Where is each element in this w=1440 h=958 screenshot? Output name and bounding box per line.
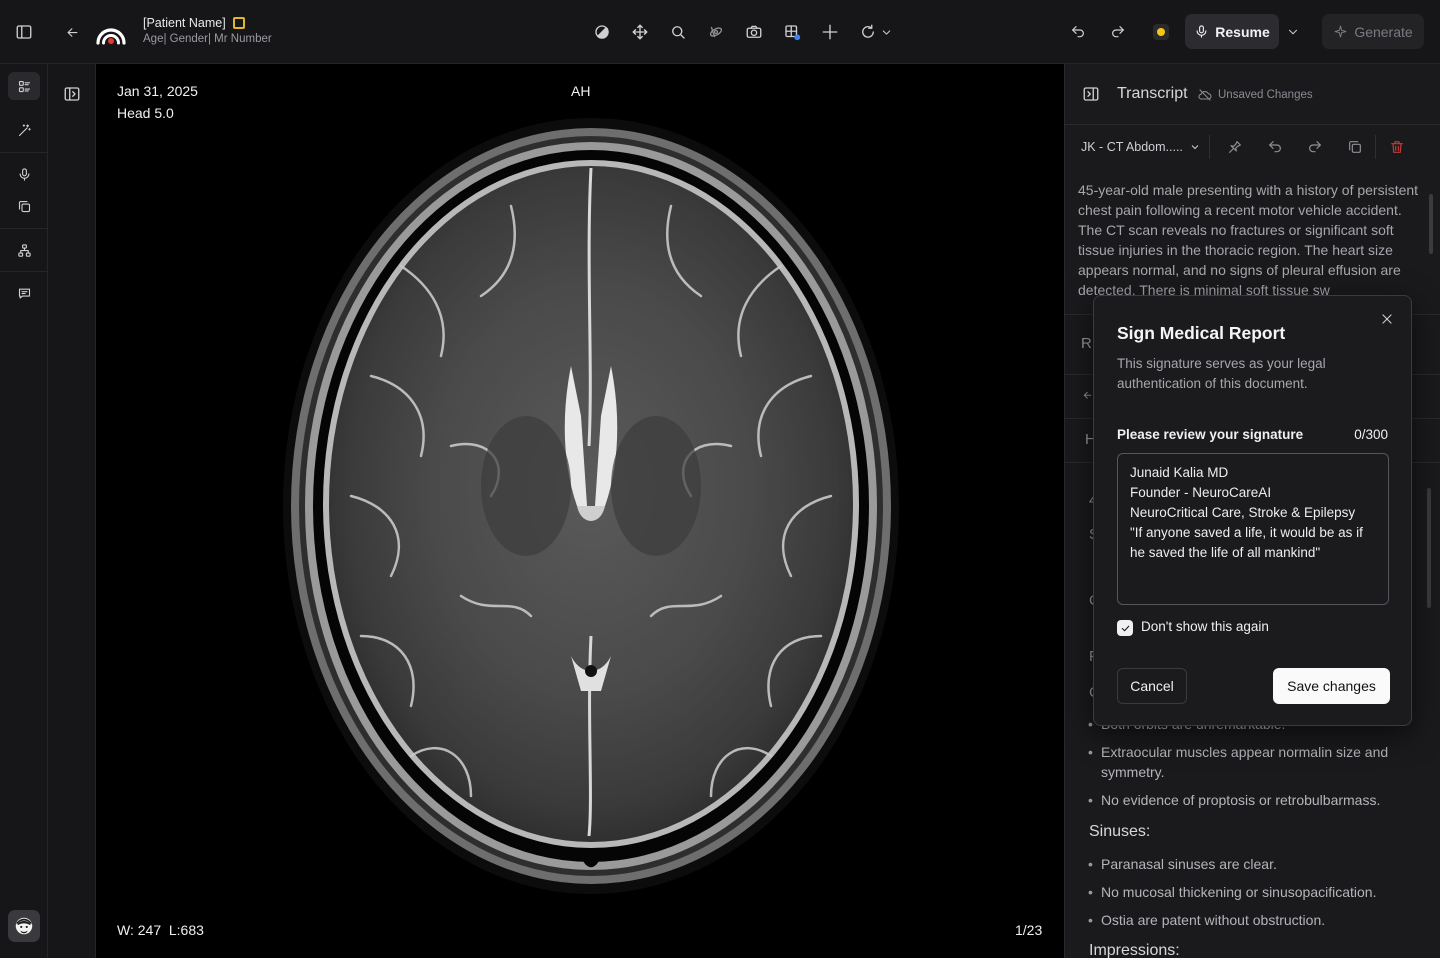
patient-flag-icon[interactable]	[233, 17, 245, 29]
sign-report-dialog: Sign Medical Report This signature serve…	[1093, 295, 1412, 726]
copy-icon[interactable]	[14, 196, 34, 216]
patient-meta: Age| Gender| Mr Number	[143, 33, 272, 45]
sparkle-icon	[1335, 25, 1347, 38]
pin-icon[interactable]	[1225, 137, 1245, 157]
slice-counter: 1/23	[1015, 922, 1043, 938]
undo-icon[interactable]	[1265, 137, 1285, 157]
rail-divider	[0, 152, 48, 153]
undo-icon[interactable]	[1068, 22, 1088, 42]
unsaved-indicator: Unsaved Changes	[1197, 87, 1313, 103]
toolbar-divider	[1375, 135, 1376, 159]
section-heading: Impressions:	[1089, 942, 1180, 958]
resume-button[interactable]: Resume	[1185, 14, 1279, 49]
zoom-icon[interactable]	[668, 22, 688, 42]
series-label: Head 5.0	[117, 105, 174, 121]
patient-name: [Patient Name]	[143, 16, 226, 30]
recording-status-indicator	[1153, 24, 1169, 40]
transcript-text[interactable]: 45-year-old male presenting with a histo…	[1078, 180, 1428, 314]
pan-icon[interactable]	[630, 22, 650, 42]
chevron-down-icon	[1191, 145, 1199, 150]
collapse-panel-icon[interactable]	[1081, 84, 1101, 104]
trash-icon[interactable]	[1387, 137, 1407, 157]
chevron-down-icon[interactable]	[878, 24, 894, 40]
layout-grid-icon[interactable]	[782, 22, 802, 42]
unsaved-label: Unsaved Changes	[1218, 89, 1313, 101]
list-item: Paranasal sinuses are clear.	[1088, 854, 1411, 874]
rail-divider	[0, 271, 48, 272]
signature-char-count: 0/300	[1354, 427, 1388, 442]
close-icon[interactable]	[1380, 312, 1396, 328]
template-select[interactable]: JK - CT Abdom.....	[1081, 140, 1201, 154]
list-item: No evidence of proptosis or retrobulbarm…	[1088, 790, 1411, 810]
crosshair-icon[interactable]	[820, 22, 840, 42]
signature-label: Please review your signature	[1117, 427, 1304, 442]
left-rail	[0, 64, 48, 958]
list-item: Ostia are patent without obstruction.	[1088, 910, 1411, 930]
panel-title: Transcript	[1117, 85, 1188, 102]
section-heading: Sinuses:	[1089, 823, 1151, 840]
avatar[interactable]	[8, 910, 40, 942]
cloud-off-icon	[1198, 89, 1212, 101]
redo-icon[interactable]	[1305, 137, 1325, 157]
generate-label: Generate	[1354, 23, 1413, 40]
logo	[94, 15, 128, 49]
window-level-readout: W: 247 L:683	[117, 922, 204, 938]
mri-brain-image	[283, 118, 899, 894]
resume-label: Resume	[1215, 23, 1270, 40]
generate-button[interactable]: Generate	[1322, 14, 1424, 49]
hierarchy-icon[interactable]	[14, 240, 34, 260]
avatar-icon	[15, 917, 33, 935]
report-title-fragment: R	[1081, 335, 1092, 352]
top-bar: [Patient Name] Age| Gender| Mr Number Re…	[0, 0, 1440, 64]
expand-panel-icon[interactable]	[62, 84, 82, 104]
checkbox-label[interactable]: Don't show this again	[1141, 619, 1269, 634]
signature-field[interactable]: Junaid Kalia MD Founder - NeuroCareAI Ne…	[1117, 453, 1389, 605]
copy-icon[interactable]	[1345, 137, 1365, 157]
resume-options-chevron-icon[interactable]	[1284, 22, 1302, 42]
magic-wand-icon[interactable]	[14, 120, 34, 140]
cancel-button[interactable]: Cancel	[1117, 668, 1187, 704]
list-item: Extraocular muscles appear normalin size…	[1088, 742, 1411, 782]
sidebar-toggle-icon[interactable]	[12, 20, 36, 44]
camera-icon[interactable]	[744, 22, 764, 42]
panel-header: Transcript Unsaved Changes	[1065, 64, 1440, 124]
microphone-icon[interactable]	[14, 164, 34, 184]
back-arrow-icon[interactable]	[62, 22, 82, 42]
redo-icon[interactable]	[1108, 22, 1128, 42]
save-changes-button[interactable]: Save changes	[1273, 668, 1390, 704]
dont-show-again-checkbox[interactable]	[1117, 620, 1133, 636]
orientation-label: AH	[571, 83, 591, 99]
layout-list-icon[interactable]	[14, 76, 34, 96]
dialog-description: This signature serves as your legal auth…	[1117, 356, 1326, 391]
check-icon	[1121, 625, 1129, 631]
image-viewer[interactable]: Jan 31, 2025 Head 5.0 AH W: 247 L:683 1/…	[96, 64, 1064, 958]
toolbar-divider	[1209, 135, 1210, 159]
contrast-icon[interactable]	[592, 22, 612, 42]
template-label: JK - CT Abdom.....	[1081, 140, 1183, 154]
rail-divider	[0, 228, 48, 229]
transcript-scrollbar[interactable]	[1429, 194, 1433, 254]
transcript-toolbar: JK - CT Abdom.....	[1065, 124, 1440, 168]
rotate-3d-icon[interactable]	[706, 22, 726, 42]
status-dot-icon	[1157, 28, 1165, 36]
list-item: No mucosal thickening or sinusopacificat…	[1088, 882, 1411, 902]
chat-icon[interactable]	[14, 283, 34, 303]
microphone-icon	[1196, 25, 1207, 38]
dialog-title: Sign Medical Report	[1117, 323, 1286, 343]
report-scrollbar[interactable]	[1427, 488, 1431, 608]
reset-icon[interactable]	[858, 22, 878, 42]
study-date: Jan 31, 2025	[117, 83, 198, 99]
series-panel	[48, 64, 96, 958]
